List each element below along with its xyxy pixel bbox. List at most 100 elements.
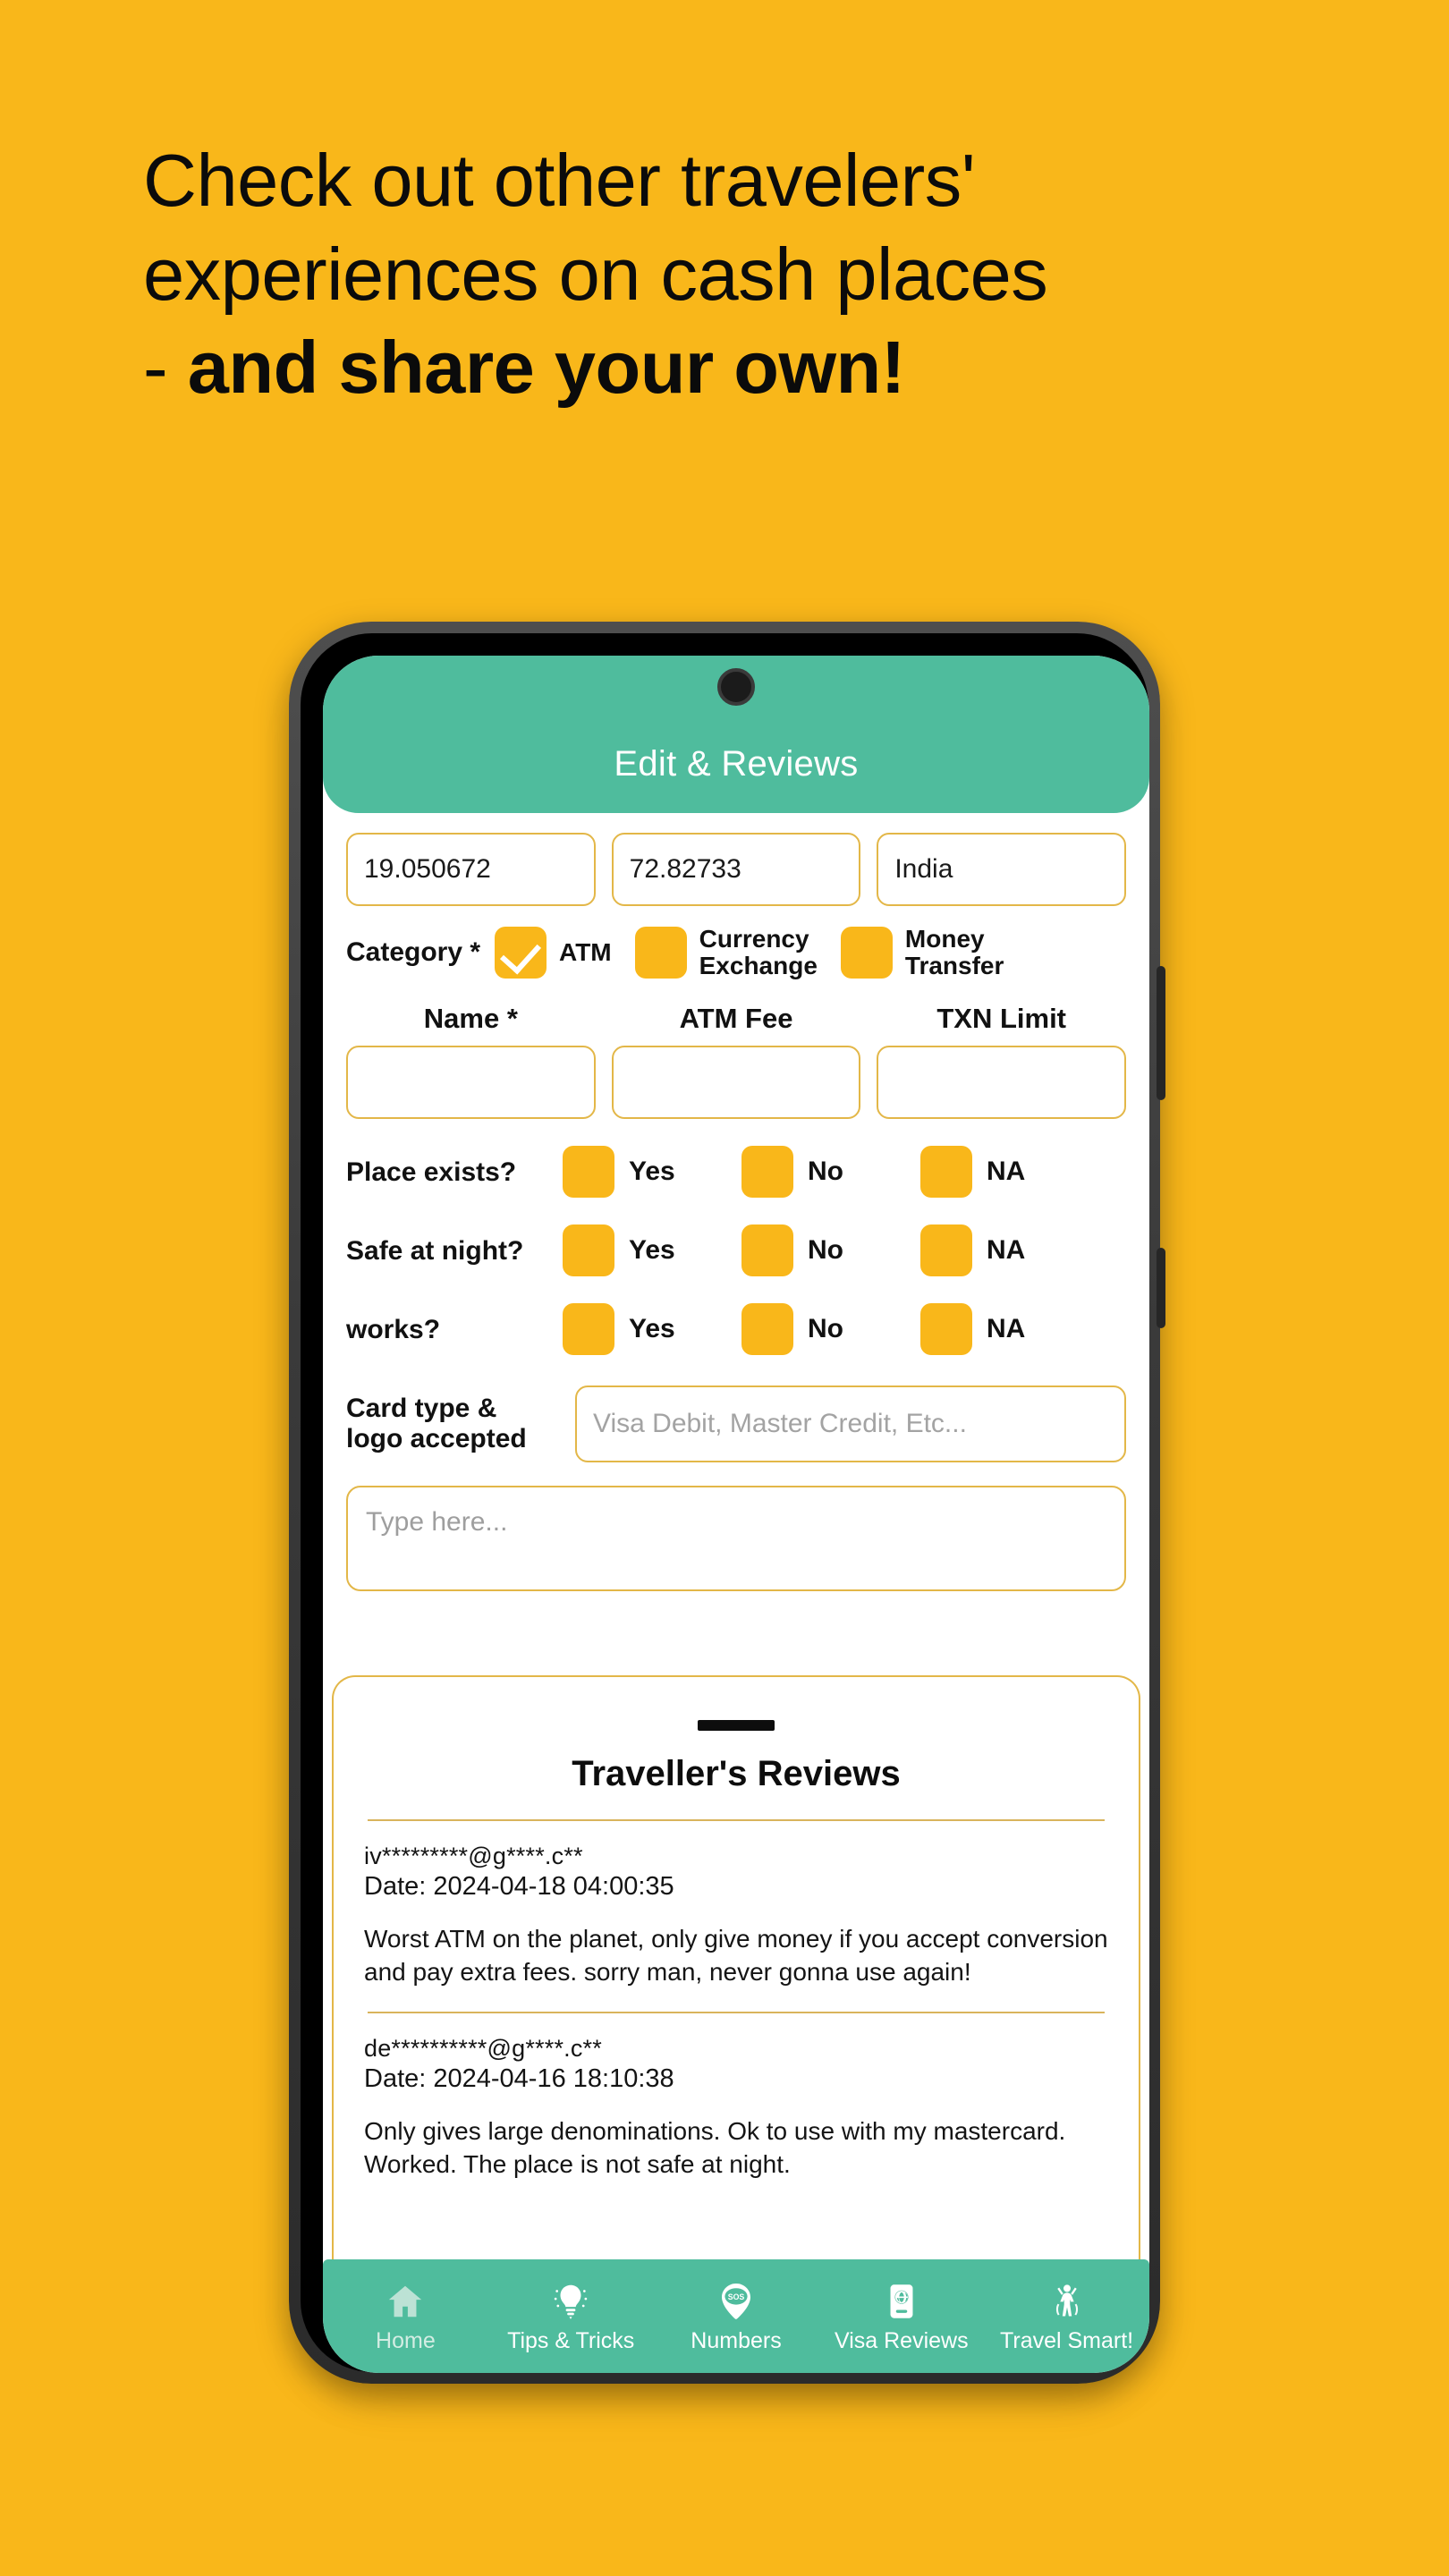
works-na[interactable]: NA (920, 1303, 1099, 1356)
traveler-icon (1044, 2278, 1090, 2325)
place-exists-no[interactable]: No (741, 1146, 920, 1199)
promo-headline: Check out other travelers' experiences o… (143, 134, 1324, 415)
works-na-label: NA (987, 1314, 1026, 1344)
category-option-money-transfer[interactable]: Money Transfer (840, 925, 1004, 980)
svg-text:SOS: SOS (728, 2292, 745, 2301)
card-type-label-line2: logo accepted (346, 1424, 527, 1454)
question-label-place-exists: Place exists? (346, 1157, 517, 1187)
question-label-safe-at-night: Safe at night? (346, 1235, 524, 1266)
review-item: de**********@g****.c** Date: 2024-04-16 … (364, 2013, 1108, 2181)
page-title: Edit & Reviews (614, 744, 859, 784)
cat-ce-line2: Exchange (699, 952, 818, 980)
phone-mockup: Edit & Reviews 19.050672 72.82733 India … (289, 622, 1165, 2402)
longitude-input[interactable]: 72.82733 (611, 833, 861, 906)
checkbox-atm-icon[interactable] (495, 927, 547, 979)
nav-item-home-label: Home (376, 2328, 436, 2353)
phone-bezel: Edit & Reviews 19.050672 72.82733 India … (301, 633, 1149, 2373)
category-option-atm-label: ATM (559, 938, 612, 967)
review-body: Worst ATM on the planet, only give money… (364, 1924, 1108, 1986)
edit-form: 19.050672 72.82733 India Category * ATM (323, 813, 1149, 1592)
question-row-place-exists: Place exists? Yes No NA (346, 1146, 1126, 1199)
reviews-section-title: Traveller's Reviews (572, 1754, 901, 1793)
checkbox-place-exists-yes-icon[interactable] (563, 1146, 614, 1199)
place-exists-na[interactable]: NA (920, 1146, 1099, 1199)
safe-at-night-na-label: NA (987, 1235, 1026, 1266)
review-author-email: iv*********@g****.c** (364, 1843, 583, 1869)
safe-at-night-no[interactable]: No (741, 1224, 920, 1277)
reviews-sheet: Traveller's Reviews iv*********@g****.c*… (332, 1675, 1140, 2259)
place-exists-no-label: No (808, 1157, 843, 1187)
question-row-safe-at-night: Safe at night? Yes No NA (346, 1224, 1126, 1277)
works-no-label: No (808, 1314, 843, 1344)
card-type-input[interactable]: Visa Debit, Master Credit, Etc... (575, 1385, 1126, 1463)
location-row: 19.050672 72.82733 India (346, 833, 1127, 906)
review-body: Only gives large denominations. Ok to us… (364, 2116, 1066, 2179)
headline-line-3: - and share your own! (143, 321, 1324, 415)
atm-fee-input[interactable] (611, 1046, 861, 1120)
phone-screen: Edit & Reviews 19.050672 72.82733 India … (323, 656, 1149, 2373)
cat-ce-line1: Currency (699, 925, 809, 953)
cat-mt-line1: Money (904, 925, 985, 953)
detail-field-inputs (346, 1046, 1127, 1120)
safe-at-night-na[interactable]: NA (920, 1224, 1099, 1277)
checkbox-works-na-icon[interactable] (920, 1303, 972, 1356)
category-option-currency-exchange[interactable]: Currency Exchange (634, 925, 818, 980)
checkbox-safe-at-night-yes-icon[interactable] (563, 1224, 614, 1277)
category-label: Category * (346, 937, 481, 968)
nav-item-numbers[interactable]: SOS Numbers (654, 2259, 819, 2373)
name-field-header: Name * (423, 1003, 518, 1035)
front-camera-icon (717, 668, 755, 706)
txn-limit-input[interactable] (877, 1046, 1127, 1120)
checkbox-place-exists-na-icon[interactable] (920, 1146, 972, 1199)
checkbox-money-transfer-icon[interactable] (840, 927, 893, 979)
passport-globe-icon (878, 2278, 925, 2325)
card-type-label: Card type & logo accepted (346, 1394, 559, 1454)
checkbox-place-exists-no-icon[interactable] (741, 1146, 793, 1199)
category-option-atm[interactable]: ATM (495, 927, 612, 979)
headline-emphasis: and share your own! (187, 326, 906, 410)
card-type-label-line1: Card type & (346, 1394, 497, 1424)
nav-item-home[interactable]: Home (323, 2259, 488, 2373)
detail-field-headers: Name * ATM Fee TXN Limit (346, 1003, 1126, 1035)
cat-mt-line2: Transfer (904, 952, 1004, 980)
headline-dash: - (143, 326, 188, 410)
headline-line-1: Check out other travelers' (143, 139, 976, 222)
question-row-works: works? Yes No NA (346, 1303, 1126, 1356)
comment-textarea[interactable]: Type here... (346, 1486, 1126, 1592)
review-date: Date: 2024-04-18 04:00:35 (364, 1871, 674, 1901)
safe-at-night-yes-label: Yes (629, 1235, 675, 1266)
checkbox-works-no-icon[interactable] (741, 1303, 793, 1356)
review-author-email: de**********@g****.c** (364, 2035, 602, 2063)
checkbox-safe-at-night-no-icon[interactable] (741, 1224, 793, 1277)
checkbox-works-yes-icon[interactable] (563, 1303, 614, 1356)
checkbox-safe-at-night-na-icon[interactable] (920, 1224, 972, 1277)
safe-at-night-yes[interactable]: Yes (563, 1224, 741, 1277)
nav-item-visa-reviews[interactable]: Visa Reviews (818, 2259, 984, 2373)
question-label-works: works? (346, 1314, 441, 1344)
works-no[interactable]: No (741, 1303, 920, 1356)
card-type-row: Card type & logo accepted Visa Debit, Ma… (346, 1385, 1126, 1463)
works-yes[interactable]: Yes (563, 1303, 741, 1356)
nav-item-numbers-label: Numbers (691, 2328, 782, 2353)
category-row: Category * ATM Currency Exchange Money T… (346, 925, 1126, 980)
nav-item-tips-tricks-label: Tips & Tricks (507, 2328, 635, 2353)
phone-power-button (1157, 1248, 1165, 1328)
category-option-currency-exchange-label: Currency Exchange (699, 925, 818, 980)
checkbox-currency-exchange-icon[interactable] (634, 927, 687, 979)
bottom-navigation-bar: Home Tips & Tricks SOS Numbers Visa Revi… (323, 2259, 1149, 2373)
safe-at-night-no-label: No (808, 1235, 843, 1266)
place-exists-na-label: NA (987, 1157, 1026, 1187)
sheet-drag-handle[interactable] (698, 1720, 775, 1731)
lightbulb-icon (547, 2278, 594, 2325)
place-exists-yes[interactable]: Yes (563, 1146, 741, 1199)
nav-item-tips-tricks[interactable]: Tips & Tricks (488, 2259, 654, 2373)
nav-item-travel-smart-label: Travel Smart! (1000, 2328, 1134, 2353)
review-item: iv*********@g****.c** Date: 2024-04-18 0… (364, 1821, 1108, 1988)
latitude-input[interactable]: 19.050672 (346, 833, 596, 906)
review-date: Date: 2024-04-16 18:10:38 (364, 2063, 674, 2093)
place-exists-yes-label: Yes (629, 1157, 675, 1187)
nav-item-travel-smart[interactable]: Travel Smart! (984, 2259, 1149, 2373)
country-input[interactable]: India (877, 833, 1127, 906)
name-input[interactable] (346, 1046, 596, 1120)
headline-line-2: experiences on cash places (143, 232, 1048, 316)
